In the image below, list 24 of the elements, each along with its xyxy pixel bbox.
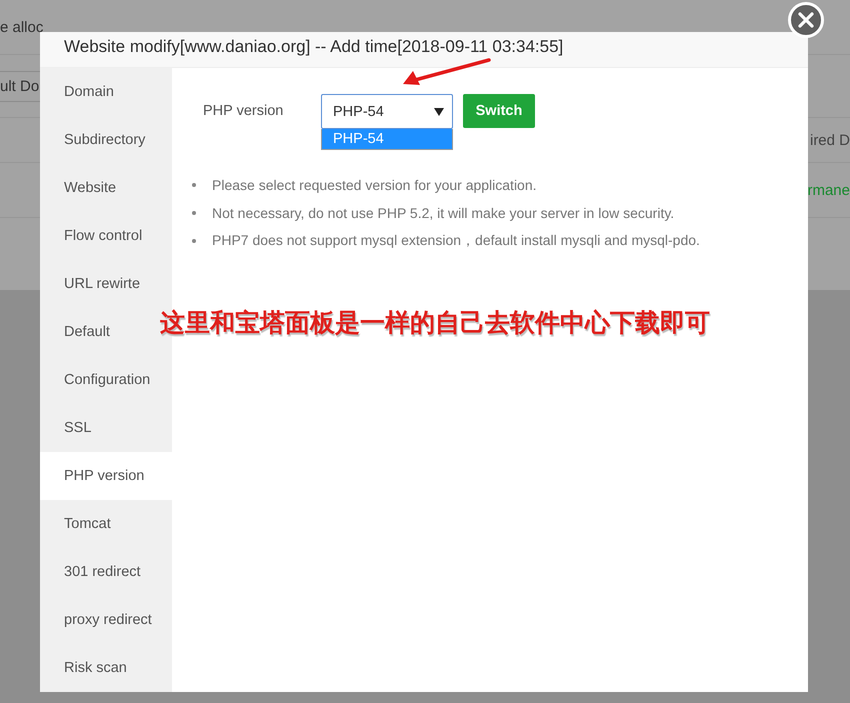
bullet-icon: [192, 183, 196, 187]
note-text: PHP7 does not support mysql extension，default install mysqli and mysql-pdo.: [212, 232, 700, 250]
sidebar-item[interactable]: PHP version: [40, 452, 172, 500]
caret-icon: [434, 108, 444, 116]
page-text: rmane: [807, 182, 850, 198]
bullet-icon: [192, 239, 196, 243]
sidebar-item[interactable]: SSL: [40, 404, 172, 452]
sidebar-item[interactable]: Subdirectory: [40, 116, 172, 164]
note-text: Not necessary, do not use PHP 5.2, it will make your server in low security.: [212, 205, 674, 221]
sidebar-item[interactable]: 301 redirect: [40, 548, 172, 596]
sidebar-item[interactable]: Tomcat: [40, 500, 172, 548]
version-select[interactable]: PHP-54: [321, 94, 453, 129]
sidebar-item[interactable]: Flow control: [40, 212, 172, 260]
sidebar-item[interactable]: URL rewirte: [40, 260, 172, 308]
sidebar-item[interactable]: Configuration: [40, 356, 172, 404]
field-label: PHP version: [203, 102, 284, 121]
sidebar-item[interactable]: Risk scan: [40, 644, 172, 692]
annotation-text: 这里和宝塔面板是一样的自己去软件中心下载即可: [160, 308, 710, 339]
note-text: Please select requested version for your application.: [212, 177, 537, 193]
sidebar-item[interactable]: proxy redirect: [40, 596, 172, 644]
sidebar-item[interactable]: Website: [40, 164, 172, 212]
dialog-title: Website modify[www.daniao.org] -- Add time[2018-09-11 03:34:55]: [40, 32, 808, 68]
page-text: ired D: [810, 132, 850, 148]
bullet-icon: [192, 211, 196, 215]
